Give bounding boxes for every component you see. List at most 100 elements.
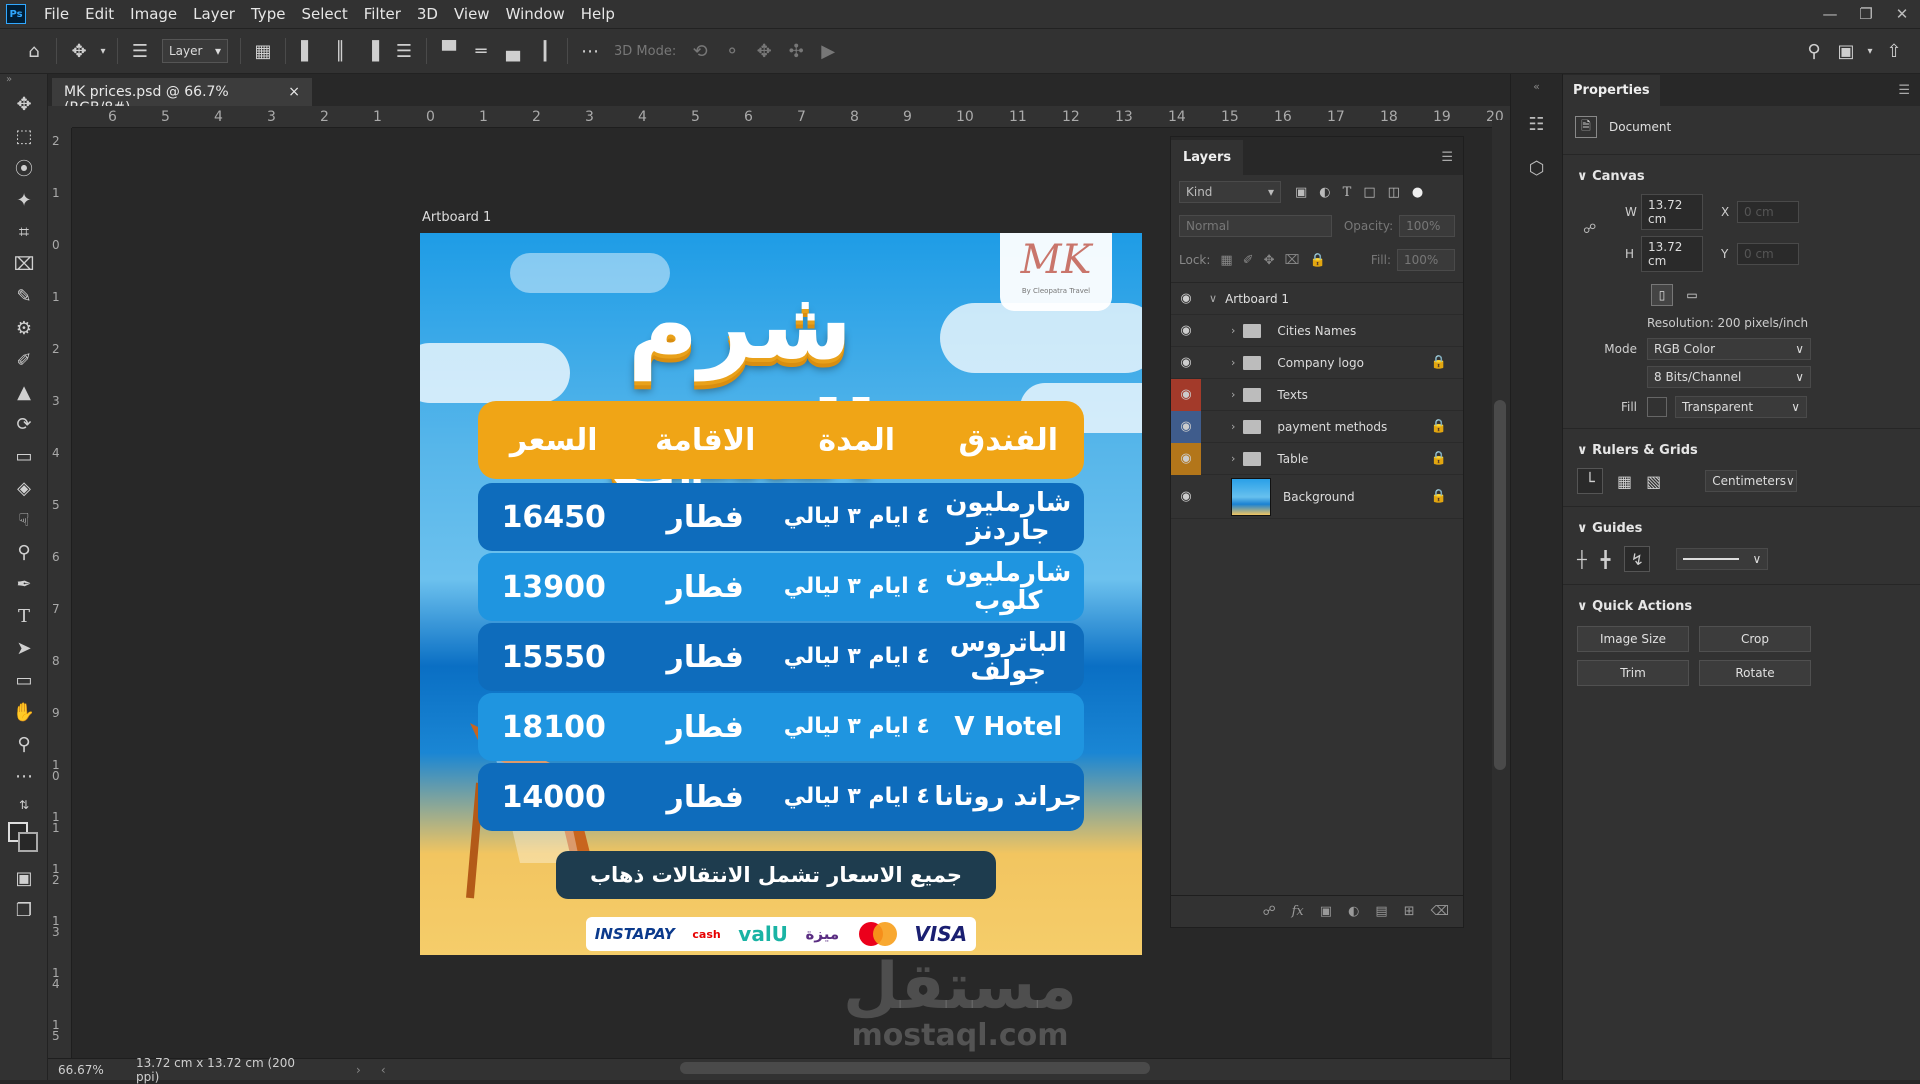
menu-type[interactable]: Type — [243, 5, 293, 23]
filter-pixel-icon[interactable]: ▣ — [1295, 185, 1307, 200]
frame-tool-icon[interactable]: ⌧ — [0, 248, 48, 280]
auto-select-dropdown[interactable]: Layer ▾ — [162, 39, 228, 63]
3d-slide-icon[interactable]: ✣ — [780, 36, 812, 66]
mode-dropdown[interactable]: RGB Color ∨ — [1647, 338, 1811, 360]
close-tab-icon[interactable]: × — [288, 84, 300, 100]
visibility-eye-icon[interactable]: ◉ — [1171, 283, 1201, 315]
more-options-icon[interactable]: ⋯ — [574, 36, 606, 66]
x-input[interactable]: 0 cm — [1737, 201, 1799, 223]
visibility-eye-icon[interactable]: ◉ — [1171, 410, 1201, 443]
3d-roll-icon[interactable]: ⚬ — [716, 36, 748, 66]
width-input[interactable]: 13.72 cm — [1641, 194, 1703, 230]
auto-select-icon[interactable]: ☰ — [124, 36, 156, 66]
link-dimensions-icon[interactable]: ☍ — [1583, 222, 1596, 237]
stamp-tool-icon[interactable]: ▲ — [0, 376, 48, 408]
swap-colors-icon[interactable]: ⇅ — [0, 792, 48, 818]
3d-panel-icon[interactable]: ⬡ — [1511, 146, 1562, 190]
opacity-input[interactable]: 100% — [1399, 215, 1455, 237]
new-group-icon[interactable]: ▤ — [1375, 904, 1387, 919]
path-selection-tool-icon[interactable]: ➤ — [0, 632, 48, 664]
eraser-tool-icon[interactable]: ▭ — [0, 440, 48, 472]
eyedropper-tool-icon[interactable]: ✎ — [0, 280, 48, 312]
new-layer-icon[interactable]: ⊞ — [1404, 904, 1415, 919]
image-size-button[interactable]: Image Size — [1577, 626, 1689, 652]
visibility-eye-icon[interactable]: ◉ — [1171, 442, 1201, 475]
adjustment-layer-icon[interactable]: ◐ — [1348, 904, 1359, 919]
3d-pan-icon[interactable]: ✥ — [748, 36, 780, 66]
rulers-grids-section[interactable]: ∨ Rulers & Grids — [1563, 435, 1920, 466]
screen-mode-icon[interactable]: ❐ — [0, 894, 48, 926]
align-top-icon[interactable]: ▀ — [433, 36, 465, 66]
layer-group-cities[interactable]: ◉ › Cities Names — [1171, 315, 1463, 347]
zoom-tool-icon[interactable]: ⚲ — [0, 728, 48, 760]
chevron-right-icon[interactable]: › — [1231, 420, 1235, 433]
fill-color-swatch[interactable] — [1647, 397, 1667, 417]
layer-group-table[interactable]: ◉ › Table 🔒 — [1171, 442, 1463, 475]
close-window-icon[interactable]: ✕ — [1884, 0, 1920, 28]
chevron-right-icon[interactable]: › — [1231, 356, 1235, 369]
edit-toolbar-icon[interactable]: ⋯ — [0, 760, 48, 792]
lock-position-icon[interactable]: ✥ — [1264, 253, 1275, 268]
collapse-strip-icon[interactable]: « — [1511, 74, 1562, 102]
marquee-tool-icon[interactable]: ⬚ — [0, 120, 48, 152]
artboard[interactable]: MK By Cleopatra Travel شرم الشيخ الفندق … — [420, 233, 1142, 955]
align-bottom-icon[interactable]: ▄ — [497, 36, 529, 66]
chevron-right-icon[interactable]: › — [1231, 452, 1235, 465]
lock-transparent-icon[interactable]: ▦ — [1220, 253, 1232, 268]
guide-style-dropdown[interactable]: ∨ — [1676, 548, 1769, 570]
pixel-grid-icon[interactable]: ▧ — [1646, 472, 1661, 491]
portrait-icon[interactable]: ▯ — [1651, 284, 1673, 306]
filter-adjustment-icon[interactable]: ◐ — [1319, 185, 1330, 200]
align-center-h-icon[interactable]: ║ — [324, 36, 356, 66]
menu-image[interactable]: Image — [122, 5, 185, 23]
visibility-eye-icon[interactable]: ◉ — [1171, 475, 1201, 519]
transform-controls-icon[interactable]: ▦ — [247, 36, 279, 66]
lock-icon[interactable]: 🔒 — [1431, 451, 1447, 466]
minimize-icon[interactable]: — — [1812, 0, 1848, 28]
history-brush-tool-icon[interactable]: ⟳ — [0, 408, 48, 440]
lock-icon[interactable]: 🔒 — [1431, 489, 1447, 504]
background-color-swatch[interactable] — [18, 832, 38, 852]
type-tool-icon[interactable]: T — [0, 600, 48, 632]
grid-toggle-icon[interactable]: ▦ — [1617, 472, 1632, 491]
home-icon[interactable]: ⌂ — [18, 36, 50, 66]
properties-tab[interactable]: Properties — [1563, 75, 1660, 106]
menu-select[interactable]: Select — [293, 5, 355, 23]
chevron-down-icon[interactable]: ∨ — [1209, 292, 1217, 305]
align-right-icon[interactable]: ▐ — [356, 36, 388, 66]
filter-type-icon[interactable]: T — [1343, 185, 1352, 200]
smudge-tool-icon[interactable]: ☟ — [0, 504, 48, 536]
share-icon[interactable]: ⇧ — [1878, 36, 1910, 66]
menu-filter[interactable]: Filter — [356, 5, 409, 23]
search-icon[interactable]: ⚲ — [1798, 36, 1830, 66]
guides-toggle-icon[interactable]: ┼ — [1577, 550, 1587, 569]
3d-orbit-icon[interactable]: ⟲ — [684, 36, 716, 66]
menu-window[interactable]: Window — [498, 5, 573, 23]
crop-button[interactable]: Crop — [1699, 626, 1811, 652]
blend-mode-dropdown[interactable]: Normal — [1179, 215, 1332, 237]
paint-bucket-tool-icon[interactable]: ◈ — [0, 472, 48, 504]
magic-wand-tool-icon[interactable]: ✦ — [0, 184, 48, 216]
zoom-level[interactable]: 66.67% — [48, 1063, 106, 1077]
menu-help[interactable]: Help — [573, 5, 623, 23]
scroll-left-icon[interactable]: ‹ — [381, 1063, 386, 1077]
lock-image-icon[interactable]: ✐ — [1243, 253, 1254, 268]
history-panel-icon[interactable]: ☷ — [1511, 102, 1562, 146]
move-tool-icon[interactable]: ✥ — [0, 88, 48, 120]
restore-icon[interactable]: ❐ — [1848, 0, 1884, 28]
menu-view[interactable]: View — [446, 5, 498, 23]
collapse-toolbar-icon[interactable]: » — [0, 74, 47, 88]
menu-edit[interactable]: Edit — [77, 5, 122, 23]
lock-icon[interactable]: 🔒 — [1431, 419, 1447, 434]
lock-all-icon[interactable]: 🔒 — [1310, 253, 1326, 268]
layer-artboard[interactable]: ◉ ∨ Artboard 1 — [1171, 283, 1463, 315]
distribute-v-icon[interactable]: ┃ — [529, 36, 561, 66]
units-dropdown[interactable]: Centimeters ∨ — [1705, 470, 1798, 492]
rotate-button[interactable]: Rotate — [1699, 660, 1811, 686]
align-left-icon[interactable]: ▌ — [292, 36, 324, 66]
menu-layer[interactable]: Layer — [185, 5, 243, 23]
chevron-down-icon[interactable]: ▾ — [1862, 36, 1878, 66]
vertical-scroll-thumb[interactable] — [1494, 400, 1506, 770]
crop-tool-icon[interactable]: ⌗ — [0, 216, 48, 248]
visibility-eye-icon[interactable]: ◉ — [1171, 347, 1201, 379]
